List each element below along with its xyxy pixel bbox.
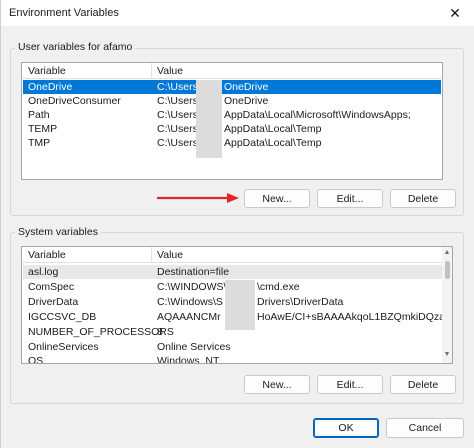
variable-value-suffix: \cmd.exe [257, 281, 300, 293]
variable-name: IGCCSVC_DB [28, 311, 97, 323]
environment-variables-window: Environment Variables ✕ User variables f… [0, 0, 474, 448]
system-variables-list[interactable]: Variable Value asl.log Destination=file … [21, 246, 453, 364]
user-var-row-temp[interactable]: TEMP C:\Users\ AppData\Local\Temp [23, 122, 441, 136]
scroll-up-icon[interactable]: ▲ [442, 249, 452, 256]
variable-value-suffix: HoAwE/CI+sBAAAAkqoL1BZQmkiDQzabDh... [257, 311, 453, 323]
user-var-row-path[interactable]: Path C:\Users\ AppData\Local\Microsoft\W… [23, 108, 441, 122]
variable-value-prefix: C:\Users\ [157, 95, 201, 107]
variable-name: OneDrive [28, 81, 73, 93]
variable-value-prefix: AQAAANCMr [157, 311, 221, 323]
user-new-button[interactable]: New... [244, 189, 310, 208]
cancel-button[interactable]: Cancel [386, 418, 464, 438]
user-variables-list[interactable]: Variable Value OneDrive C:\Users\ OneDri… [21, 62, 443, 180]
redaction-block [225, 280, 255, 330]
variable-name: ComSpec [28, 281, 75, 293]
variable-value-suffix: Drivers\DriverData [257, 296, 344, 308]
variable-name: DriverData [28, 296, 79, 308]
user-variables-header: Variable Value [22, 63, 442, 79]
variable-name: TEMP [28, 123, 58, 135]
variable-value-suffix: AppData\Local\Temp [224, 137, 322, 149]
variable-name: OS [28, 355, 44, 364]
column-header-variable[interactable]: Variable [28, 65, 66, 77]
variable-value-prefix: C:\Users\ [157, 137, 201, 149]
system-variables-scrollbar[interactable]: ▲ ▼ [442, 247, 452, 363]
variable-name: asl.log [28, 266, 59, 278]
system-delete-button[interactable]: Delete [390, 375, 456, 394]
red-arrow-annotation [157, 193, 239, 203]
scroll-thumb[interactable] [445, 261, 450, 279]
variable-value-prefix: 8 [157, 326, 163, 338]
system-edit-button[interactable]: Edit... [317, 375, 383, 394]
variable-value-suffix: OneDrive [224, 95, 269, 107]
user-var-row-tmp[interactable]: TMP C:\Users\ AppData\Local\Temp [23, 136, 441, 150]
system-var-row-os[interactable]: OS Windows_NT [23, 354, 442, 364]
user-var-row-onedriveconsumer[interactable]: OneDriveConsumer C:\Users\ OneDrive [23, 94, 441, 108]
variable-name: NUMBER_OF_PROCESSORS [28, 326, 174, 338]
system-new-button[interactable]: New... [244, 375, 310, 394]
column-header-variable[interactable]: Variable [28, 249, 66, 261]
system-var-row-onlineservices[interactable]: OnlineServices Online Services [23, 340, 442, 354]
user-variables-label: User variables for afamo [15, 41, 136, 53]
variable-value-prefix: Online Services [157, 341, 231, 353]
ok-button[interactable]: OK [313, 418, 379, 438]
variable-value-suffix: AppData\Local\Microsoft\WindowsApps; [224, 109, 411, 121]
variable-value-prefix: Windows_NT [157, 355, 220, 364]
column-header-value[interactable]: Value [157, 249, 183, 261]
close-button[interactable]: ✕ [435, 0, 474, 26]
arrow-head [227, 193, 239, 203]
variable-value-suffix: AppData\Local\Temp [224, 123, 322, 135]
variable-value-suffix: OneDrive [224, 81, 269, 93]
variable-name: TMP [28, 137, 51, 149]
variable-value-prefix: C:\Users\ [157, 123, 201, 135]
system-var-row-asl-log[interactable]: asl.log Destination=file [23, 265, 442, 279]
variable-value-prefix: C:\Windows\S [157, 296, 223, 308]
variable-name: OnlineServices [28, 341, 99, 353]
variable-value-prefix: Destination=file [157, 266, 230, 278]
user-var-row-onedrive[interactable]: OneDrive C:\Users\ OneDrive [23, 80, 441, 94]
close-icon: ✕ [449, 4, 461, 21]
variable-name: Path [28, 109, 50, 121]
window-title: Environment Variables [9, 7, 119, 19]
system-variables-header: Variable Value [22, 247, 452, 263]
user-edit-button[interactable]: Edit... [317, 189, 383, 208]
user-delete-button[interactable]: Delete [390, 189, 456, 208]
variable-value-prefix: C:\WINDOWS\ [157, 281, 227, 293]
variable-value-prefix: C:\Users\ [157, 109, 201, 121]
variable-name: OneDriveConsumer [28, 95, 121, 107]
variable-value-prefix: C:\Users\ [157, 81, 201, 93]
scroll-down-icon[interactable]: ▼ [442, 351, 452, 358]
redaction-block [196, 80, 222, 158]
system-variables-label: System variables [15, 226, 101, 238]
column-header-value[interactable]: Value [157, 65, 183, 77]
title-bar[interactable]: Environment Variables ✕ [1, 0, 474, 26]
